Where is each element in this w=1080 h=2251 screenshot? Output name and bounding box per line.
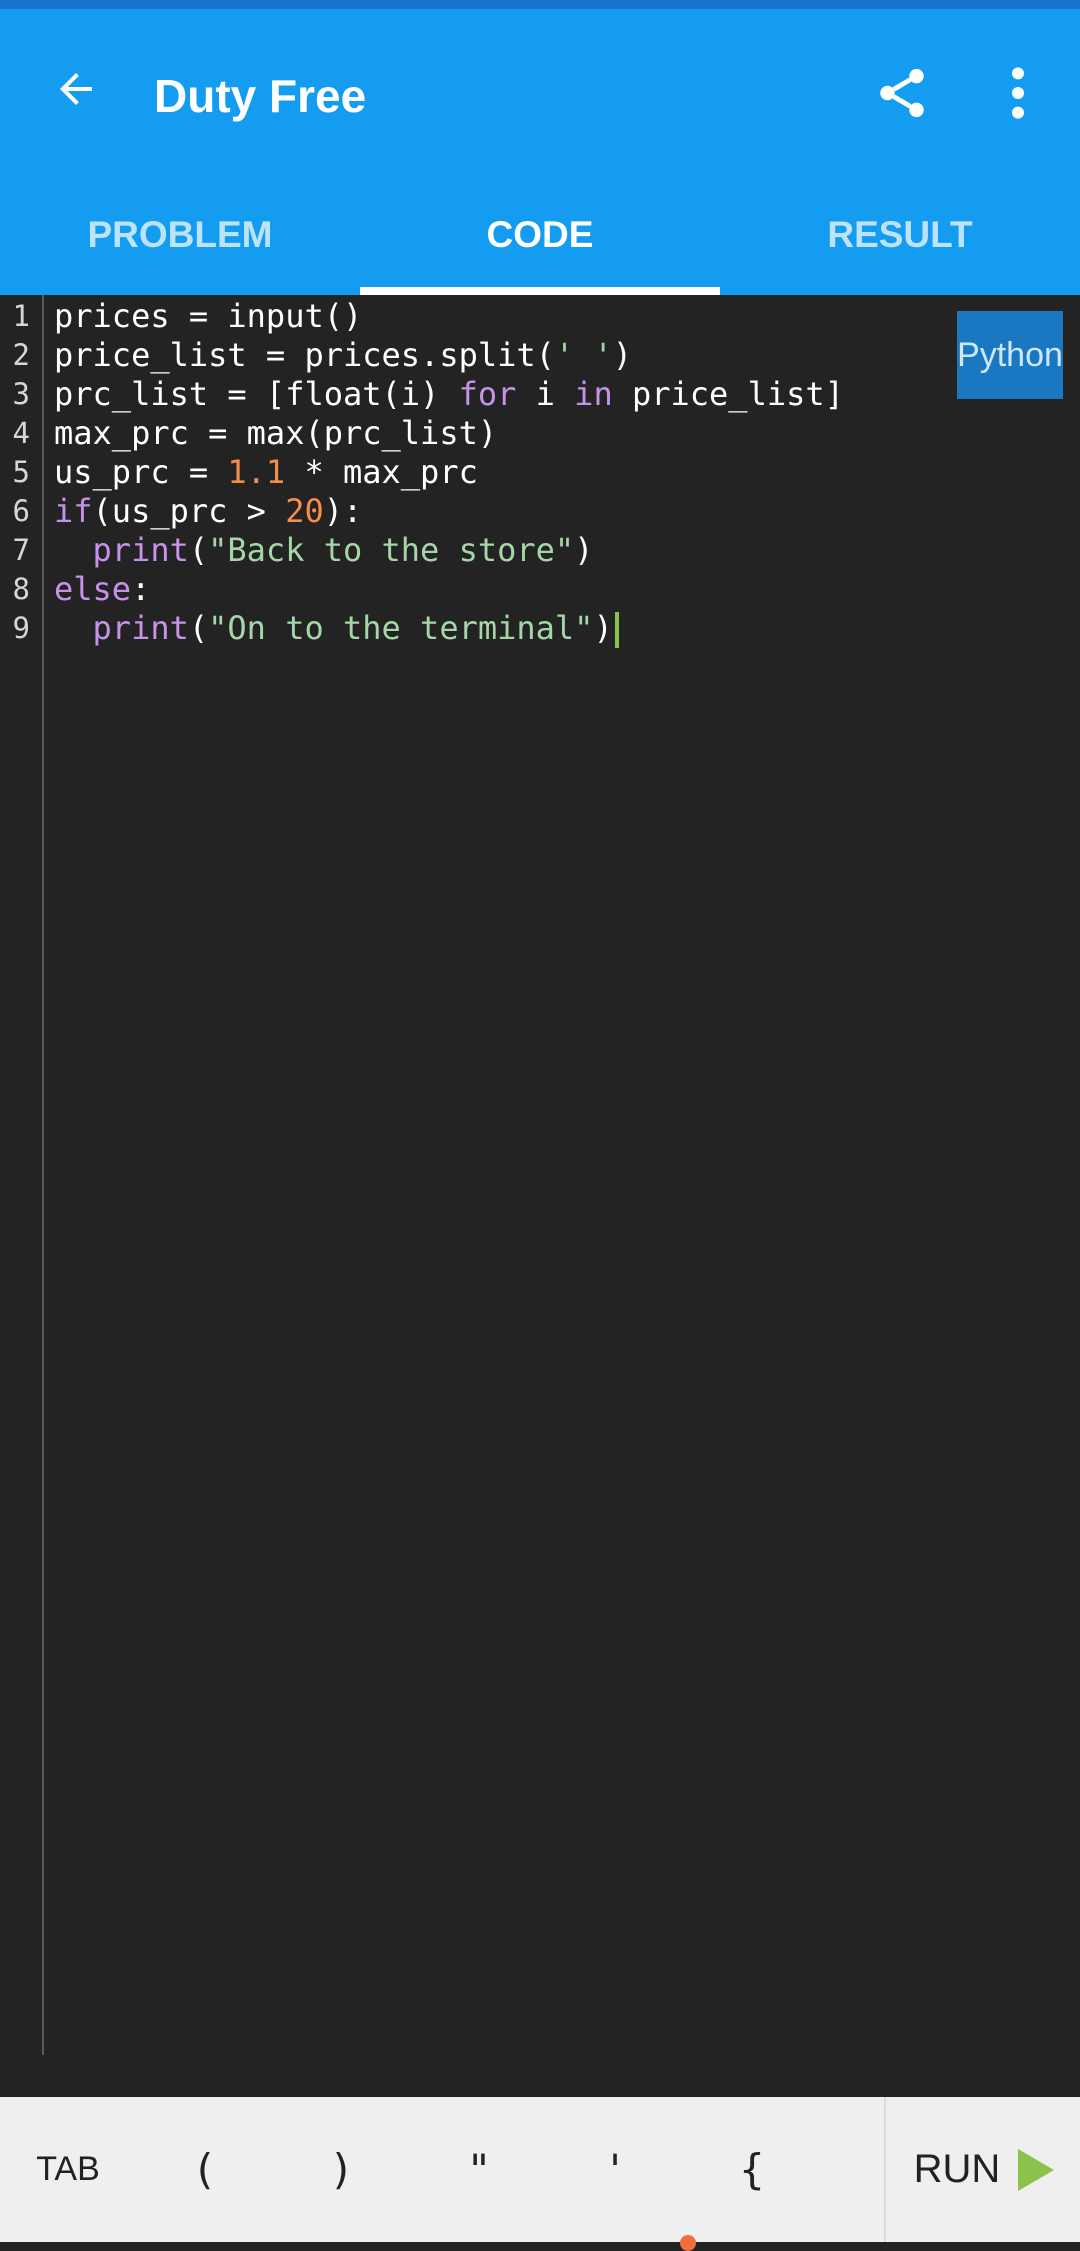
text-cursor	[614, 612, 619, 648]
tab-problem[interactable]: PROBLEM	[0, 175, 360, 295]
arrow-back-icon	[60, 73, 92, 105]
indicator-dot	[680, 2235, 696, 2251]
key-open-brace[interactable]: {	[717, 2097, 787, 2242]
line-number: 3	[12, 377, 30, 411]
code-line[interactable]: prices = input()	[54, 297, 362, 336]
line-number: 1	[12, 299, 30, 333]
key-open-paren[interactable]: (	[170, 2097, 240, 2242]
line-number: 6	[12, 494, 30, 528]
symbol-toolbar: TAB ( ) " ' { RUN	[0, 2097, 1080, 2242]
page-title: Duty Free	[154, 70, 367, 122]
line-number: 5	[12, 455, 30, 489]
code-line[interactable]: us_prc = 1.1 * max_prc	[54, 453, 478, 492]
line-number: 9	[12, 611, 30, 645]
line-number: 7	[12, 533, 30, 567]
symbol-keys: TAB ( ) " ' {	[0, 2097, 884, 2242]
share-button[interactable]	[868, 59, 936, 127]
line-number-gutter: 1 2 3 4 5 6 7 8 9	[0, 295, 44, 2055]
code-editor[interactable]: 1 2 3 4 5 6 7 8 9 prices = input() price…	[0, 295, 1080, 2097]
language-button[interactable]: Python	[957, 311, 1063, 399]
line-number: 8	[12, 572, 30, 606]
status-bar	[0, 0, 1080, 9]
code-line[interactable]: if(us_prc > 20):	[54, 492, 362, 531]
more-options-button[interactable]	[990, 59, 1046, 127]
code-line[interactable]: price_list = prices.split(' ')	[54, 336, 632, 375]
tab-result[interactable]: RESULT	[720, 175, 1080, 295]
tab-code[interactable]: CODE	[360, 175, 720, 295]
line-number: 2	[12, 338, 30, 372]
share-icon	[880, 68, 924, 118]
play-icon	[1018, 2148, 1055, 2191]
code-line[interactable]: print("Back to the store")	[54, 531, 594, 570]
key-double-quote[interactable]: "	[444, 2097, 514, 2242]
tab-bar: PROBLEM CODE RESULT	[0, 175, 1080, 295]
run-label: RUN	[913, 2147, 1001, 2191]
key-single-quote[interactable]: '	[580, 2097, 650, 2242]
run-button[interactable]: RUN	[884, 2097, 1080, 2242]
more-vert-icon	[1012, 67, 1024, 119]
code-line[interactable]: print("On to the terminal")	[54, 609, 619, 648]
back-button[interactable]	[44, 57, 108, 121]
key-close-paren[interactable]: )	[306, 2097, 376, 2242]
code-line[interactable]: else:	[54, 570, 150, 609]
line-number: 4	[12, 416, 30, 450]
code-line[interactable]: prc_list = [float(i) for i in price_list…	[54, 375, 844, 414]
code-line[interactable]: max_prc = max(prc_list)	[54, 414, 497, 453]
key-tab[interactable]: TAB	[20, 2097, 116, 2242]
